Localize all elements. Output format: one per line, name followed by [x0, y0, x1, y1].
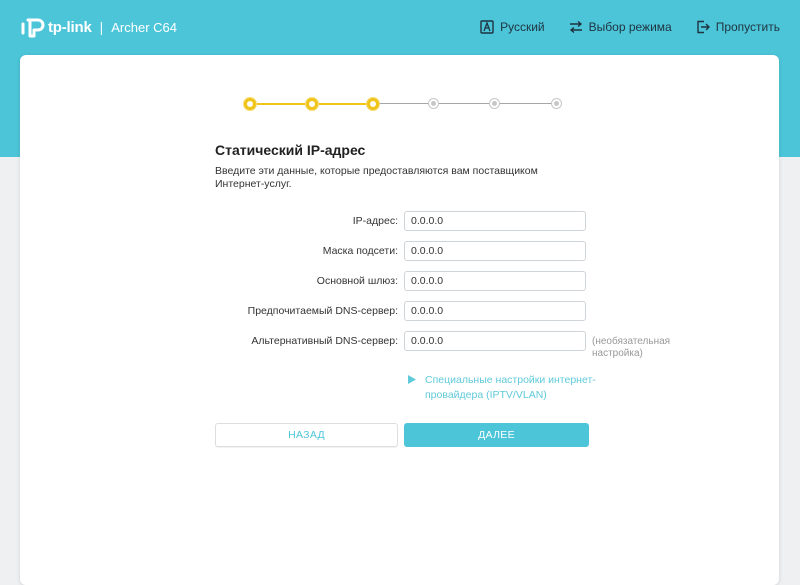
- language-icon: [480, 20, 494, 34]
- subnet-mask-row: Маска подсети:: [180, 241, 586, 261]
- stepper-step-1: [244, 98, 256, 110]
- ip-address-input[interactable]: [404, 211, 586, 231]
- gateway-label: Основной шлюз:: [316, 275, 398, 287]
- stepper-step-3: [367, 98, 379, 110]
- mode-switch-icon: [569, 20, 582, 34]
- model-name: Archer C64: [111, 19, 177, 35]
- stepper-connector: [434, 103, 496, 104]
- ip-address-row: IP-адрес:: [180, 211, 586, 231]
- stepper-step-6: [551, 99, 561, 108]
- advanced-settings-label: Специальные настройки интернет-провайдер…: [425, 374, 596, 401]
- stepper-step-5: [490, 99, 499, 108]
- gateway-input[interactable]: [404, 271, 586, 291]
- header-actions: Русский Выбор режима Пропустить: [480, 20, 780, 34]
- back-button[interactable]: НАЗАД: [215, 423, 398, 447]
- page-title: Статический IP-адрес: [215, 142, 366, 158]
- language-label: Русский: [500, 20, 545, 34]
- stepper-step-4: [428, 99, 438, 108]
- secondary-dns-input[interactable]: [404, 331, 586, 351]
- mode-select-label: Выбор режима: [588, 20, 672, 34]
- stepper-connector: [250, 103, 312, 105]
- brand-name: tp-link: [48, 18, 92, 36]
- logo: tp-link | Archer C64: [20, 14, 177, 40]
- skip-label: Пропустить: [715, 20, 780, 34]
- gateway-row: Основной шлюз:: [180, 271, 586, 291]
- subnet-mask-input[interactable]: [404, 241, 586, 261]
- secondary-dns-label: Альтернативный DNS-сервер:: [251, 335, 398, 347]
- page-description: Введите эти данные, которые предоставляю…: [215, 165, 538, 190]
- stepper-step-2: [305, 98, 318, 110]
- secondary-dns-row: Альтернативный DNS-сервер:: [180, 331, 586, 351]
- language-button[interactable]: Русский: [480, 20, 545, 34]
- expand-triangle-icon: [408, 375, 416, 384]
- tp-link-logo-icon: [21, 18, 45, 38]
- stepper-connector: [311, 103, 373, 105]
- stepper-connector: [373, 103, 435, 104]
- brand-separator: |: [99, 19, 104, 35]
- stepper-connector: [496, 103, 558, 104]
- optional-note: (необязательная настройка): [592, 336, 671, 359]
- advanced-settings-link[interactable]: Специальные настройки интернет-провайдер…: [405, 373, 605, 403]
- progress-stepper: [244, 98, 564, 110]
- primary-dns-input[interactable]: [404, 301, 586, 321]
- ip-address-label: IP-адрес:: [352, 215, 398, 227]
- skip-button[interactable]: Пропустить: [696, 20, 780, 34]
- skip-icon: [697, 20, 710, 34]
- primary-dns-label: Предпочитаемый DNS-сервер:: [247, 305, 398, 317]
- mode-select-button[interactable]: Выбор режима: [569, 20, 672, 34]
- setup-card: Статический IP-адрес Введите эти данные,…: [20, 55, 779, 585]
- subnet-mask-label: Маска подсети:: [322, 245, 398, 257]
- next-button[interactable]: ДАЛЕЕ: [404, 423, 589, 447]
- primary-dns-row: Предпочитаемый DNS-сервер:: [180, 301, 586, 321]
